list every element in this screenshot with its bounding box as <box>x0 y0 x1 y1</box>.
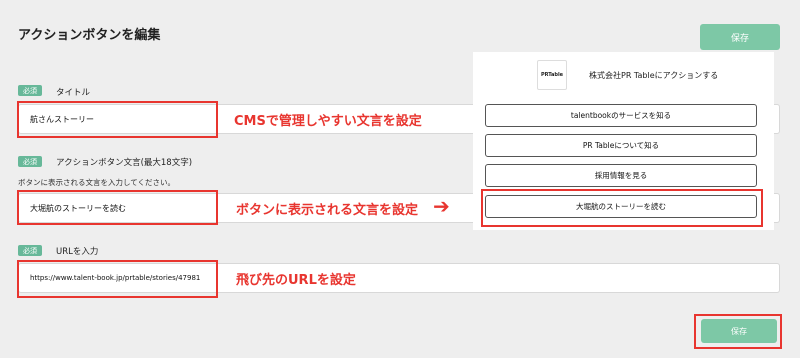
button-annotation: ボタンに表示される文言を設定 <box>236 203 419 218</box>
required-badge: 必須 <box>18 245 42 256</box>
button-text-field-label: アクションボタン文言(最大18文字) <box>56 158 193 168</box>
page-title: アクションボタンを編集 <box>18 28 161 43</box>
company-logo: PRTable <box>537 60 567 90</box>
required-badge: 必須 <box>18 85 42 96</box>
button-text-help: ボタンに表示される文言を入力してください。 <box>18 178 176 187</box>
button-text-highlight-box <box>17 190 218 225</box>
save-button-top[interactable]: 保存 <box>700 24 780 50</box>
url-field-label: URLを入力 <box>56 247 99 257</box>
preview-button-recruit[interactable]: 採用情報を見る <box>485 164 757 187</box>
preview-button-about[interactable]: PR Tableについて知る <box>485 134 757 157</box>
title-highlight-box <box>17 101 218 138</box>
required-badge: 必須 <box>18 156 42 167</box>
title-field-label: タイトル <box>56 88 91 98</box>
arrow-right-icon: ➔ <box>433 194 450 218</box>
preview-highlight-box <box>481 189 763 227</box>
save-highlight-box <box>694 314 782 349</box>
cms-annotation: CMSで管理しやすい文言を設定 <box>234 114 422 129</box>
preview-button-service[interactable]: talentbookのサービスを知る <box>485 104 757 127</box>
preview-company-text: 株式会社PR Tableにアクションする <box>589 71 719 80</box>
url-annotation: 飛び先のURLを設定 <box>236 273 356 288</box>
url-highlight-box <box>17 260 218 298</box>
